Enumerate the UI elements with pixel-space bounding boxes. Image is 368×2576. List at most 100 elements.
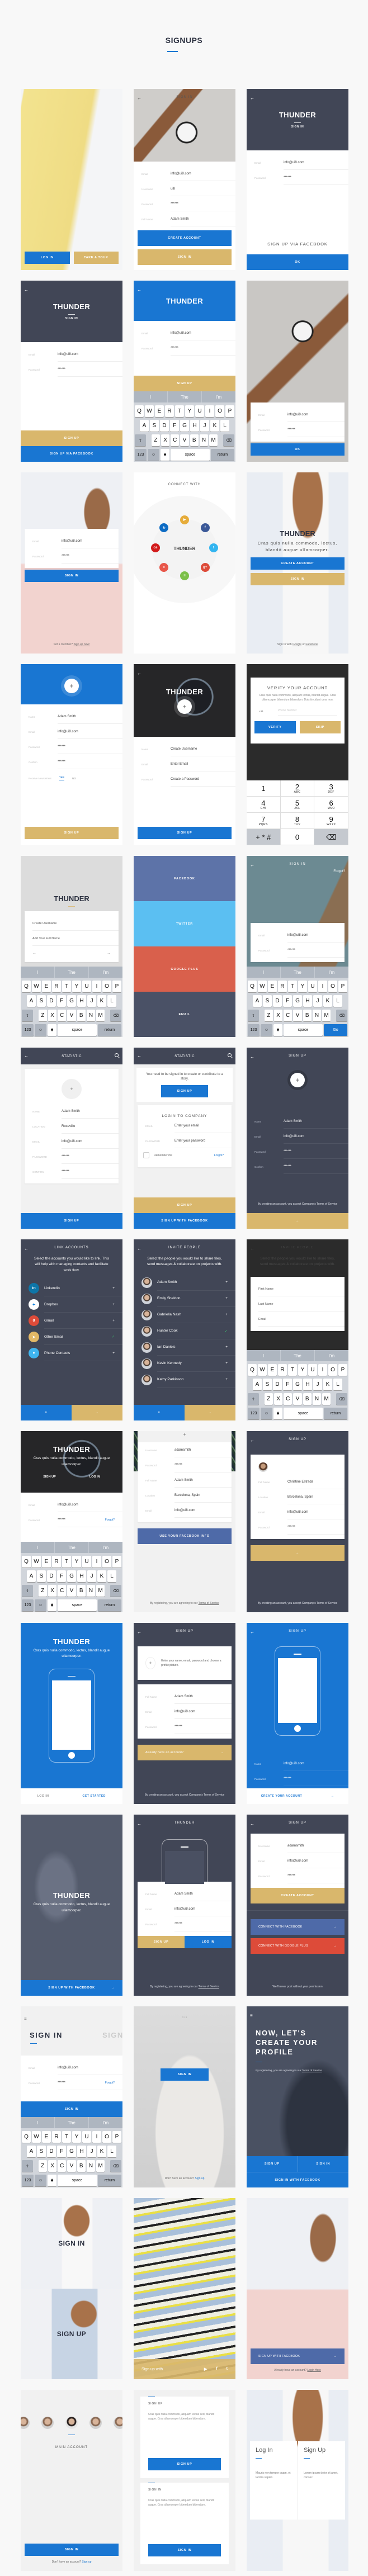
sign-in-button[interactable]: SIGN IN bbox=[148, 2544, 221, 2556]
form-field[interactable]: Email bbox=[258, 1311, 345, 1327]
log-in-button[interactable]: LOG IN bbox=[185, 1936, 232, 1948]
key-s[interactable]: S bbox=[150, 420, 159, 432]
twitter-option[interactable]: TWITTER bbox=[134, 901, 235, 946]
forgot-link[interactable]: Forgot? bbox=[333, 870, 345, 873]
field-value[interactable]: Create Username bbox=[171, 741, 235, 756]
sign-up-button[interactable]: SIGN UP bbox=[134, 1197, 235, 1213]
key-b[interactable]: B bbox=[190, 434, 199, 446]
form-field[interactable]: Email info@ui8.com bbox=[32, 533, 119, 548]
key-f[interactable]: F bbox=[57, 1570, 66, 1582]
add-photo-button[interactable]: + bbox=[64, 679, 79, 693]
twitter-icon[interactable]: t bbox=[227, 2367, 228, 2371]
facebook-icon[interactable]: f bbox=[200, 523, 210, 533]
field-value[interactable]: info@ui8.com bbox=[287, 1853, 345, 1868]
add-icon[interactable]: + bbox=[112, 1351, 115, 1355]
link[interactable]: Sign up now! bbox=[73, 643, 89, 646]
suggestion[interactable]: I'm bbox=[88, 2117, 122, 2128]
key-x[interactable]: X bbox=[48, 1585, 57, 1597]
microphone-key[interactable]: ♦ bbox=[273, 1408, 282, 1419]
form-field[interactable]: Password ****** bbox=[258, 943, 345, 958]
key-w[interactable]: W bbox=[32, 981, 41, 992]
key-t[interactable]: T bbox=[62, 1556, 71, 1568]
form-field[interactable]: Password ****** bbox=[145, 1457, 232, 1472]
form-field[interactable]: EMAIL info@ui8.com bbox=[32, 1134, 119, 1149]
key-k[interactable]: K bbox=[97, 1570, 106, 1582]
suggestion[interactable]: I bbox=[247, 1350, 280, 1361]
space-key[interactable]: space bbox=[58, 2175, 97, 2186]
check-icon[interactable]: ✓ bbox=[225, 1329, 228, 1333]
form-field[interactable]: Name Create Username bbox=[141, 741, 235, 756]
forgot-link[interactable]: Forgot? bbox=[105, 1518, 115, 1522]
forgot-link[interactable]: Forgot? bbox=[214, 1154, 224, 1157]
key-r[interactable]: R bbox=[165, 405, 174, 417]
sign-in-button[interactable]: SIGN IN bbox=[297, 2156, 348, 2172]
numbers-key[interactable]: 123 bbox=[248, 1024, 260, 1036]
shift-key[interactable]: ⇧ bbox=[248, 1393, 259, 1405]
key-t[interactable]: T bbox=[62, 2131, 71, 2143]
suggestion[interactable]: I'm bbox=[314, 1350, 348, 1361]
log-in-button[interactable]: LOG IN bbox=[25, 252, 70, 264]
add-icon[interactable]: + bbox=[225, 1361, 228, 1365]
field-value[interactable]: ****** bbox=[62, 1149, 119, 1164]
log-in-link[interactable]: LOG IN bbox=[37, 1794, 49, 1798]
key-f[interactable]: F bbox=[57, 995, 66, 1007]
arrow-button[interactable]: → bbox=[72, 1405, 122, 1420]
key-g[interactable]: G bbox=[67, 1570, 76, 1582]
numpad-key[interactable]: 8 TUV bbox=[280, 813, 315, 829]
back-arrow-icon[interactable]: ← bbox=[137, 287, 141, 292]
key-u[interactable]: U bbox=[82, 2131, 91, 2143]
link[interactable]: Terms of Service bbox=[199, 1985, 219, 1988]
return-key[interactable]: return bbox=[211, 449, 234, 461]
arrow-right-icon[interactable]: → bbox=[331, 1794, 334, 1798]
key-u[interactable]: U bbox=[308, 1364, 317, 1376]
key-l[interactable]: L bbox=[107, 2146, 116, 2157]
key-y[interactable]: Y bbox=[185, 405, 194, 417]
key-c[interactable]: C bbox=[58, 2160, 67, 2172]
microphone-key[interactable]: ♦ bbox=[273, 1024, 282, 1036]
log-in-card[interactable]: Log In Mauris non tempor quam, et lacinia… bbox=[250, 2441, 297, 2520]
suggestion[interactable]: The bbox=[54, 967, 88, 978]
key-p[interactable]: P bbox=[112, 981, 121, 992]
numbers-key[interactable]: 123 bbox=[135, 449, 147, 461]
form-field[interactable]: Email info@ui8.com bbox=[141, 166, 235, 181]
key-t[interactable]: T bbox=[288, 1364, 297, 1376]
back-arrow-icon[interactable]: ← bbox=[137, 671, 141, 676]
add-photo-button[interactable]: + bbox=[62, 1079, 82, 1099]
key-k[interactable]: K bbox=[210, 420, 219, 432]
numpad-key[interactable]: 1 bbox=[247, 780, 281, 797]
key-b[interactable]: B bbox=[77, 2160, 86, 2172]
microphone-key[interactable]: ♦ bbox=[161, 449, 169, 461]
key-y[interactable]: Y bbox=[72, 2131, 81, 2143]
key-p[interactable]: P bbox=[338, 1364, 347, 1376]
key-q[interactable]: Q bbox=[22, 1556, 31, 1568]
check-icon[interactable]: ✓ bbox=[112, 1334, 115, 1339]
emoji-key[interactable]: ☺ bbox=[261, 1408, 272, 1419]
sign-in-button[interactable]: SIGN IN bbox=[21, 2101, 122, 2117]
email-option[interactable]: EMAIL bbox=[134, 992, 235, 1037]
tab-sign-in[interactable]: SIGN IN bbox=[30, 2031, 63, 2039]
link[interactable]: Sign up bbox=[195, 2177, 204, 2180]
field-value[interactable]: info@ui8.com bbox=[171, 325, 235, 340]
key-d[interactable]: D bbox=[47, 2146, 56, 2157]
form-field[interactable]: Email info@ui8.com bbox=[29, 347, 122, 362]
return-key[interactable]: return bbox=[324, 1408, 347, 1419]
key-h[interactable]: H bbox=[77, 995, 86, 1007]
microphone-key[interactable]: ♦ bbox=[48, 1024, 56, 1036]
numbers-key[interactable]: 123 bbox=[22, 1599, 34, 1611]
add-photo-button[interactable]: + bbox=[290, 1073, 305, 1087]
field-value[interactable]: ****** bbox=[284, 1144, 348, 1159]
field-value[interactable]: ****** bbox=[62, 548, 119, 564]
key-n[interactable]: N bbox=[86, 2160, 96, 2172]
sign-up-option[interactable]: SIGN UP bbox=[21, 2289, 122, 2379]
key-w[interactable]: W bbox=[145, 405, 154, 417]
key-b[interactable]: B bbox=[303, 1393, 312, 1405]
emoji-key[interactable]: ☺ bbox=[35, 1024, 46, 1036]
form-field[interactable]: Password Create a Password bbox=[141, 771, 235, 787]
suggestion[interactable]: The bbox=[280, 967, 314, 978]
connect-with-facebook-button[interactable]: CONNECT WITH FACEBOOK → bbox=[251, 1919, 345, 1935]
numpad-key[interactable]: 6 MNO bbox=[314, 797, 348, 813]
create-your-account-link[interactable]: CREATE YOUR ACCOUNT bbox=[261, 1794, 303, 1798]
arrow-button[interactable]: × bbox=[134, 1405, 185, 1420]
key-h[interactable]: H bbox=[77, 2146, 86, 2157]
field-value[interactable]: info@ui8.com bbox=[284, 155, 348, 170]
